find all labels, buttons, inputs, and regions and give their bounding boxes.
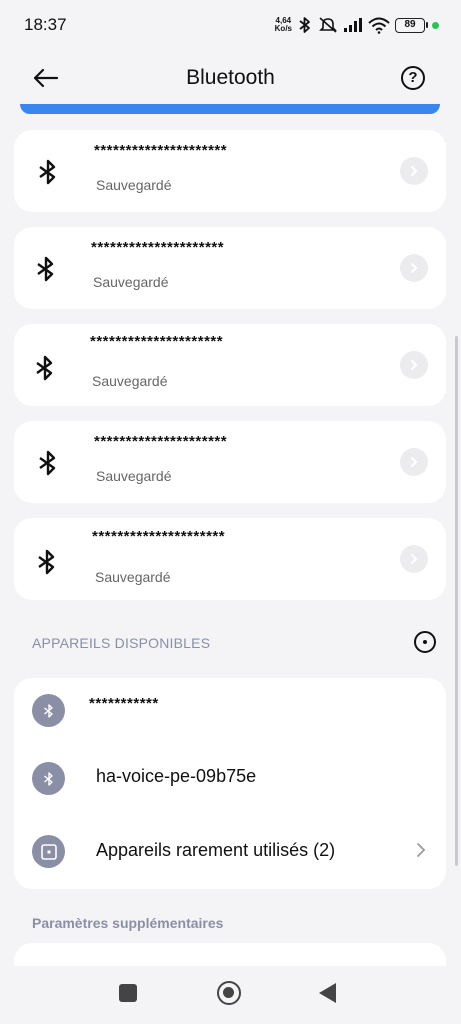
scrollbar[interactable]	[455, 336, 458, 866]
page-title: Bluetooth	[186, 66, 275, 89]
home-button[interactable]	[217, 981, 241, 1005]
rarely-used-devices-label: Appareils rarement utilisés (2)	[96, 840, 336, 860]
square-icon	[32, 835, 65, 868]
additional-settings-card[interactable]	[14, 943, 446, 966]
saved-device-card[interactable]: ********************* Sauvegardé	[14, 227, 446, 309]
status-time: 18:37	[24, 15, 67, 34]
available-device-item[interactable]: ha-voice-pe-09b75e	[14, 746, 446, 808]
chevron-right-icon	[411, 554, 418, 564]
chevron-right-icon	[411, 166, 418, 176]
available-devices-label: APPAREILS DISPONIBLES	[32, 635, 211, 651]
available-device-name: ha-voice-pe-09b75e	[96, 766, 257, 786]
device-status: Sauvegardé	[93, 274, 169, 290]
wifi-icon	[368, 17, 390, 34]
battery-icon: 89	[395, 17, 428, 33]
mute-icon	[319, 17, 337, 33]
status-bar: 18:37 4,64 Ko/s 89	[0, 0, 461, 50]
device-details-button[interactable]	[400, 351, 428, 379]
device-details-button[interactable]	[400, 157, 428, 185]
bluetooth-icon	[39, 159, 56, 185]
rarely-used-devices-item[interactable]: Appareils rarement utilisés (2)	[14, 819, 446, 881]
navigation-bar	[0, 966, 461, 1024]
device-name: *********************	[94, 433, 228, 450]
device-name: *********************	[92, 528, 226, 545]
device-details-button[interactable]	[400, 254, 428, 282]
header: Bluetooth ?	[0, 50, 461, 106]
bluetooth-toggle-card-edge	[20, 104, 440, 114]
help-button[interactable]: ?	[401, 66, 425, 90]
device-status: Sauvegardé	[96, 177, 172, 193]
saved-device-card[interactable]: ********************* Sauvegardé	[14, 518, 446, 600]
device-name: *********************	[90, 333, 224, 350]
device-status: Sauvegardé	[96, 468, 172, 484]
saved-device-card[interactable]: ********************* Sauvegardé	[14, 421, 446, 503]
additional-settings-label: Paramètres supplémentaires	[32, 915, 224, 931]
bluetooth-icon	[37, 256, 54, 282]
bluetooth-icon	[39, 450, 56, 476]
screen: 18:37 4,64 Ko/s 89 Bluetooth ? *********…	[0, 0, 461, 1024]
device-details-button[interactable]	[400, 448, 428, 476]
chevron-right-icon	[411, 360, 418, 370]
device-details-button[interactable]	[400, 545, 428, 573]
available-device-name: ***********	[89, 695, 159, 712]
device-status: Sauvegardé	[95, 569, 171, 585]
net-speed: 4,64 Ko/s	[275, 17, 292, 33]
net-speed-unit: Ko/s	[274, 24, 292, 33]
status-icons: 4,64 Ko/s 89	[275, 14, 439, 36]
scanning-icon	[414, 631, 436, 653]
saved-device-card[interactable]: ********************* Sauvegardé	[14, 324, 446, 406]
privacy-indicator-dot	[432, 21, 439, 29]
bluetooth-icon	[299, 17, 310, 33]
bluetooth-icon	[32, 694, 65, 727]
available-device-item[interactable]: ***********	[14, 678, 446, 740]
device-name: *********************	[94, 142, 228, 159]
chevron-right-icon	[411, 457, 418, 467]
settings-list[interactable]: ********************* Sauvegardé *******…	[0, 114, 461, 966]
device-status: Sauvegardé	[92, 373, 168, 389]
chevron-right-icon	[411, 263, 418, 273]
saved-device-card[interactable]: ********************* Sauvegardé	[14, 130, 446, 212]
bluetooth-icon	[38, 549, 55, 575]
available-devices-card: *********** ha-voice-pe-09b75e Appareils…	[14, 678, 446, 889]
back-button[interactable]	[319, 983, 336, 1003]
bluetooth-icon	[36, 355, 53, 381]
signal-icon	[344, 18, 362, 32]
recents-button[interactable]	[119, 984, 137, 1002]
chevron-right-icon	[417, 843, 426, 857]
device-name: *********************	[91, 239, 225, 256]
bluetooth-icon	[32, 762, 65, 795]
